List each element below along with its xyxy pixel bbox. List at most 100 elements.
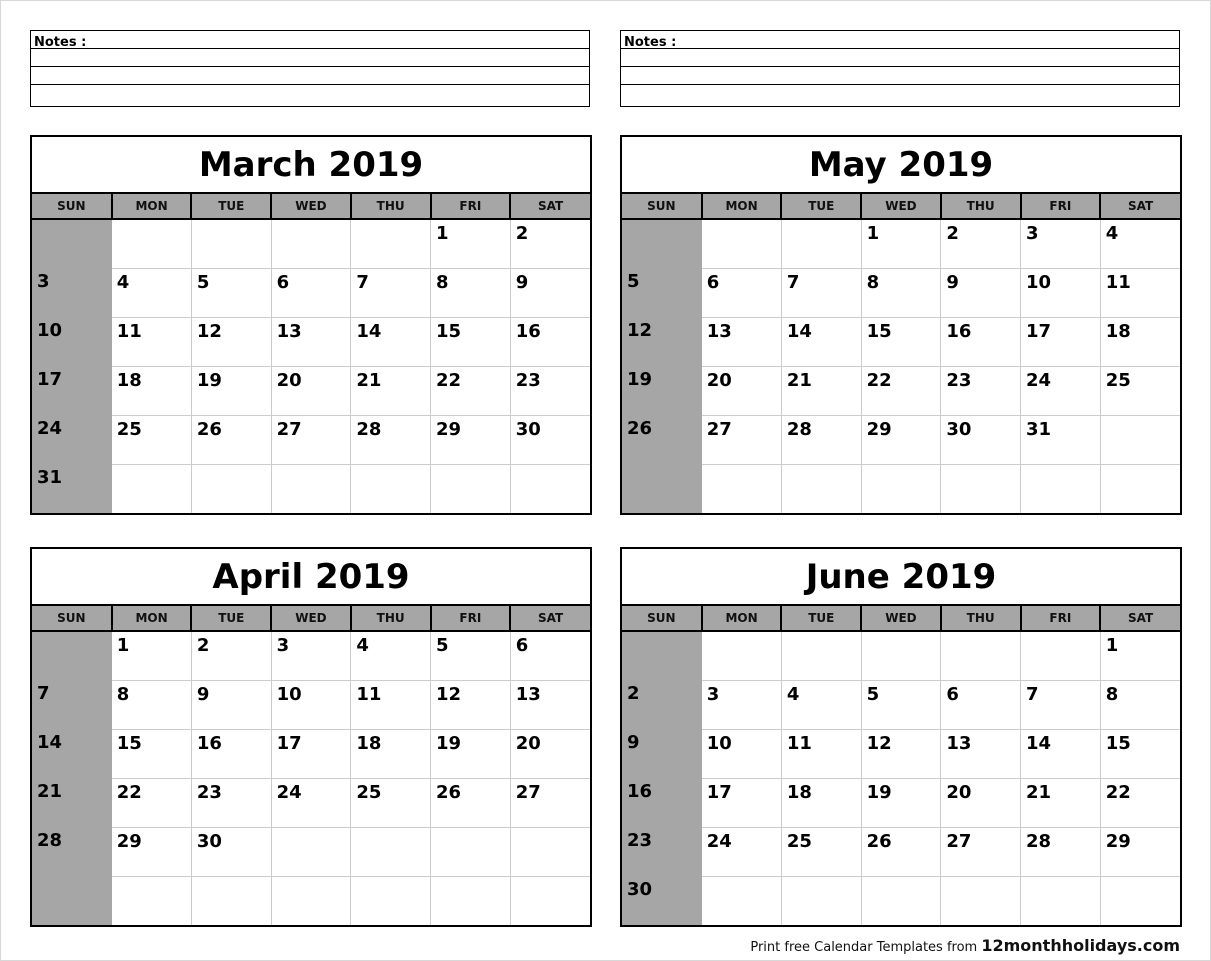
day-cell[interactable]: 25 — [350, 778, 432, 828]
day-cell[interactable] — [701, 464, 782, 513]
day-cell[interactable] — [622, 464, 702, 513]
day-cell[interactable]: 18 — [781, 778, 862, 828]
day-cell[interactable]: 30 — [622, 876, 702, 925]
day-cell[interactable]: 17 — [701, 778, 782, 828]
day-cell[interactable]: 4 — [111, 268, 192, 318]
day-cell[interactable] — [781, 631, 862, 681]
day-cell[interactable]: 7 — [350, 268, 432, 318]
day-cell[interactable]: 27 — [701, 415, 782, 465]
day-cell[interactable]: 27 — [271, 415, 352, 465]
day-cell[interactable]: 14 — [32, 729, 112, 778]
day-cell[interactable] — [111, 876, 192, 925]
day-cell[interactable]: 22 — [111, 778, 192, 828]
day-cell[interactable] — [701, 876, 782, 925]
day-cell[interactable] — [622, 631, 702, 680]
day-cell[interactable]: 3 — [1020, 219, 1101, 269]
day-cell[interactable]: 18 — [111, 366, 192, 416]
day-cell[interactable] — [781, 219, 862, 269]
day-cell[interactable]: 19 — [622, 366, 702, 415]
day-cell[interactable]: 10 — [271, 680, 352, 730]
day-cell[interactable]: 23 — [191, 778, 272, 828]
notes-box-left[interactable]: Notes : — [30, 30, 590, 107]
day-cell[interactable]: 18 — [350, 729, 432, 779]
day-cell[interactable] — [350, 827, 432, 877]
day-cell[interactable] — [191, 464, 272, 513]
day-cell[interactable]: 31 — [32, 464, 112, 513]
day-cell[interactable]: 14 — [781, 317, 862, 367]
day-cell[interactable] — [861, 876, 942, 925]
day-cell[interactable] — [430, 464, 511, 513]
day-cell[interactable]: 21 — [781, 366, 862, 416]
day-cell[interactable]: 13 — [701, 317, 782, 367]
day-cell[interactable]: 12 — [191, 317, 272, 367]
day-cell[interactable]: 2 — [622, 680, 702, 729]
day-cell[interactable]: 24 — [1020, 366, 1101, 416]
day-cell[interactable]: 13 — [510, 680, 590, 730]
day-cell[interactable]: 3 — [32, 268, 112, 317]
day-cell[interactable]: 19 — [430, 729, 511, 779]
day-cell[interactable] — [1020, 631, 1101, 681]
day-cell[interactable]: 11 — [1100, 268, 1180, 318]
day-cell[interactable]: 9 — [940, 268, 1022, 318]
day-cell[interactable] — [940, 464, 1022, 513]
day-cell[interactable]: 30 — [940, 415, 1022, 465]
day-cell[interactable]: 16 — [940, 317, 1022, 367]
day-cell[interactable]: 28 — [32, 827, 112, 876]
day-cell[interactable]: 7 — [781, 268, 862, 318]
day-cell[interactable]: 31 — [1020, 415, 1101, 465]
day-cell[interactable]: 8 — [111, 680, 192, 730]
day-cell[interactable]: 21 — [1020, 778, 1101, 828]
day-cell[interactable]: 1 — [1100, 631, 1180, 681]
day-cell[interactable]: 1 — [111, 631, 192, 681]
day-cell[interactable]: 21 — [350, 366, 432, 416]
day-cell[interactable] — [271, 827, 352, 877]
day-cell[interactable]: 7 — [1020, 680, 1101, 730]
day-cell[interactable]: 4 — [350, 631, 432, 681]
day-cell[interactable]: 17 — [1020, 317, 1101, 367]
day-cell[interactable] — [350, 464, 432, 513]
day-cell[interactable]: 22 — [430, 366, 511, 416]
notes-box-right[interactable]: Notes : — [620, 30, 1180, 107]
day-cell[interactable] — [111, 219, 192, 269]
day-cell[interactable]: 9 — [622, 729, 702, 778]
day-cell[interactable]: 10 — [32, 317, 112, 366]
day-cell[interactable]: 3 — [271, 631, 352, 681]
day-cell[interactable] — [271, 876, 352, 925]
day-cell[interactable]: 28 — [350, 415, 432, 465]
day-cell[interactable]: 22 — [861, 366, 942, 416]
day-cell[interactable]: 6 — [271, 268, 352, 318]
day-cell[interactable] — [350, 876, 432, 925]
day-cell[interactable]: 24 — [271, 778, 352, 828]
day-cell[interactable] — [430, 876, 511, 925]
day-cell[interactable]: 16 — [510, 317, 590, 367]
day-cell[interactable] — [701, 631, 782, 681]
day-cell[interactable]: 11 — [350, 680, 432, 730]
day-cell[interactable] — [430, 827, 511, 877]
day-cell[interactable]: 27 — [940, 827, 1022, 877]
day-cell[interactable]: 17 — [32, 366, 112, 415]
day-cell[interactable]: 7 — [32, 680, 112, 729]
day-cell[interactable]: 13 — [271, 317, 352, 367]
day-cell[interactable]: 24 — [32, 415, 112, 464]
day-cell[interactable]: 8 — [861, 268, 942, 318]
day-cell[interactable] — [271, 219, 352, 269]
day-cell[interactable]: 4 — [1100, 219, 1180, 269]
day-cell[interactable] — [350, 219, 432, 269]
day-cell[interactable]: 26 — [622, 415, 702, 464]
day-cell[interactable]: 29 — [861, 415, 942, 465]
day-cell[interactable]: 5 — [430, 631, 511, 681]
day-cell[interactable]: 14 — [350, 317, 432, 367]
day-cell[interactable]: 20 — [940, 778, 1022, 828]
day-cell[interactable]: 26 — [191, 415, 272, 465]
day-cell[interactable] — [1100, 876, 1180, 925]
day-cell[interactable]: 2 — [191, 631, 272, 681]
day-cell[interactable]: 9 — [191, 680, 272, 730]
day-cell[interactable]: 23 — [940, 366, 1022, 416]
day-cell[interactable] — [510, 464, 590, 513]
day-cell[interactable]: 30 — [191, 827, 272, 877]
day-cell[interactable] — [940, 876, 1022, 925]
day-cell[interactable] — [1020, 464, 1101, 513]
day-cell[interactable]: 12 — [430, 680, 511, 730]
day-cell[interactable] — [781, 464, 862, 513]
day-cell[interactable]: 25 — [111, 415, 192, 465]
